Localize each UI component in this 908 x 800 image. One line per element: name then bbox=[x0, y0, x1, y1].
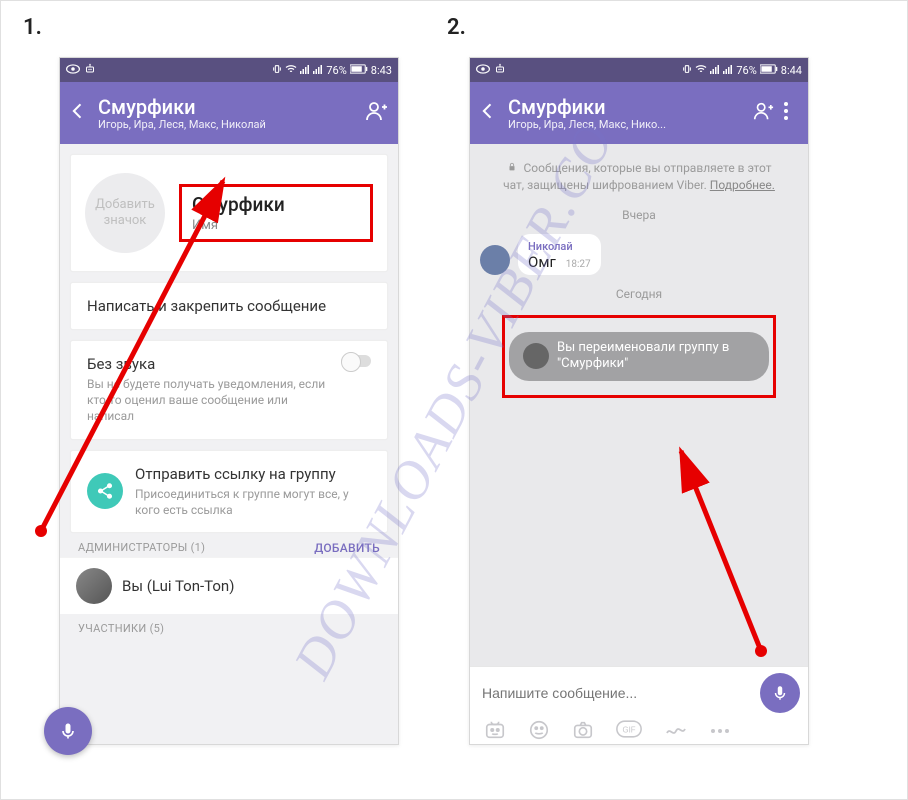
system-msg-highlight: Вы переименовали группу в "Смурфики" bbox=[502, 315, 776, 399]
admins-label: АДМИНИСТРАТОРЫ (1) bbox=[78, 541, 205, 555]
group-name-card[interactable]: Добавить значок Смурфики Имя bbox=[70, 154, 388, 272]
battery-pct: 76% bbox=[326, 64, 346, 77]
doodle-icon[interactable] bbox=[664, 719, 688, 745]
status-bar: 76% 8:43 bbox=[60, 58, 398, 82]
wifi-icon bbox=[285, 64, 297, 77]
chat-title[interactable]: Смурфики bbox=[508, 96, 742, 118]
vibrate-icon bbox=[682, 64, 692, 77]
robot-icon bbox=[494, 63, 506, 78]
signal-icon-2 bbox=[313, 64, 323, 77]
gif-icon[interactable]: GIF bbox=[616, 719, 642, 745]
mute-toggle[interactable] bbox=[341, 355, 371, 367]
emoji-icon[interactable] bbox=[528, 719, 550, 745]
signal-icon-2 bbox=[723, 64, 733, 77]
camera-icon[interactable] bbox=[572, 719, 594, 745]
eye-icon bbox=[476, 64, 490, 77]
robot-icon bbox=[84, 63, 96, 78]
system-avatar bbox=[523, 343, 549, 369]
message-time: 18:27 bbox=[566, 259, 591, 270]
group-name: Смурфики bbox=[192, 193, 354, 216]
share-sub: Присоединиться к группе могут все, у ког… bbox=[135, 486, 371, 518]
lock-icon bbox=[507, 161, 520, 175]
chat-header: Смурфики Игорь, Ира, Леся, Макс, Николай bbox=[60, 82, 398, 144]
system-message: Вы переименовали группу в "Смурфики" bbox=[509, 332, 769, 382]
more-icon[interactable] bbox=[784, 102, 798, 124]
eye-icon bbox=[66, 64, 80, 77]
share-icon bbox=[87, 473, 123, 509]
vibrate-icon bbox=[272, 64, 282, 77]
battery-pct: 76% bbox=[736, 64, 756, 77]
system-text: Вы переименовали группу в "Смурфики" bbox=[557, 340, 755, 374]
members-label: УЧАСТНИКИ (5) bbox=[78, 622, 164, 635]
back-icon[interactable] bbox=[478, 101, 498, 125]
signal-icon bbox=[710, 64, 720, 77]
status-bar: 76% 8:44 bbox=[470, 58, 808, 82]
encryption-more-link[interactable]: Подробнее. bbox=[710, 178, 775, 192]
pin-message-row[interactable]: Написать и закрепить сообщение bbox=[70, 282, 388, 330]
chat-title[interactable]: Смурфики bbox=[98, 96, 354, 118]
sticker-icon[interactable] bbox=[484, 719, 506, 745]
mute-sub: Вы не будете получать уведомления, если … bbox=[87, 376, 329, 425]
add-icon-label: Добавить значок bbox=[85, 197, 165, 228]
svg-text:GIF: GIF bbox=[623, 725, 636, 734]
group-avatar-placeholder[interactable]: Добавить значок bbox=[85, 173, 165, 253]
share-title: Отправить ссылку на группу bbox=[135, 465, 371, 483]
wifi-icon bbox=[695, 64, 707, 77]
clock-text: 8:43 bbox=[371, 64, 392, 77]
voice-fab[interactable] bbox=[44, 707, 92, 755]
add-participant-icon[interactable] bbox=[752, 100, 774, 126]
frame-label-1: 1. bbox=[23, 15, 42, 40]
group-name-sub: Имя bbox=[192, 218, 354, 233]
mute-title: Без звука bbox=[87, 355, 329, 373]
pin-message-label: Написать и закрепить сообщение bbox=[87, 297, 371, 315]
admin-avatar bbox=[76, 568, 112, 604]
message-input-bar: GIF bbox=[470, 666, 808, 744]
group-name-highlight[interactable]: Смурфики Имя bbox=[179, 184, 373, 242]
add-participant-icon[interactable] bbox=[364, 99, 388, 127]
encryption-notice: Сообщения, которые вы отправляете в этот… bbox=[470, 144, 808, 200]
phone-chat: 76% 8:44 Смурфики Игорь, Ира, Леся, Макс… bbox=[469, 57, 809, 745]
back-icon[interactable] bbox=[68, 101, 88, 125]
chat-participants: Игорь, Ира, Леся, Макс, Нико... bbox=[508, 118, 742, 131]
message-input[interactable] bbox=[478, 679, 752, 707]
more-tools-icon[interactable] bbox=[710, 719, 730, 745]
frame-label-2: 2. bbox=[447, 15, 466, 40]
clock-text: 8:44 bbox=[781, 64, 802, 77]
battery-icon bbox=[760, 64, 778, 77]
chat-participants: Игорь, Ира, Леся, Макс, Николай bbox=[98, 118, 354, 131]
admin-name: Вы (Lui Ton-Ton) bbox=[122, 577, 234, 595]
chat-header: Смурфики Игорь, Ира, Леся, Макс, Нико... bbox=[470, 82, 808, 144]
voice-button[interactable] bbox=[760, 673, 800, 713]
battery-icon bbox=[350, 64, 368, 77]
share-link-row[interactable]: Отправить ссылку на группу Присоединитьс… bbox=[70, 450, 388, 533]
mute-row[interactable]: Без звука Вы не будете получать уведомле… bbox=[70, 340, 388, 440]
signal-icon bbox=[300, 64, 310, 77]
